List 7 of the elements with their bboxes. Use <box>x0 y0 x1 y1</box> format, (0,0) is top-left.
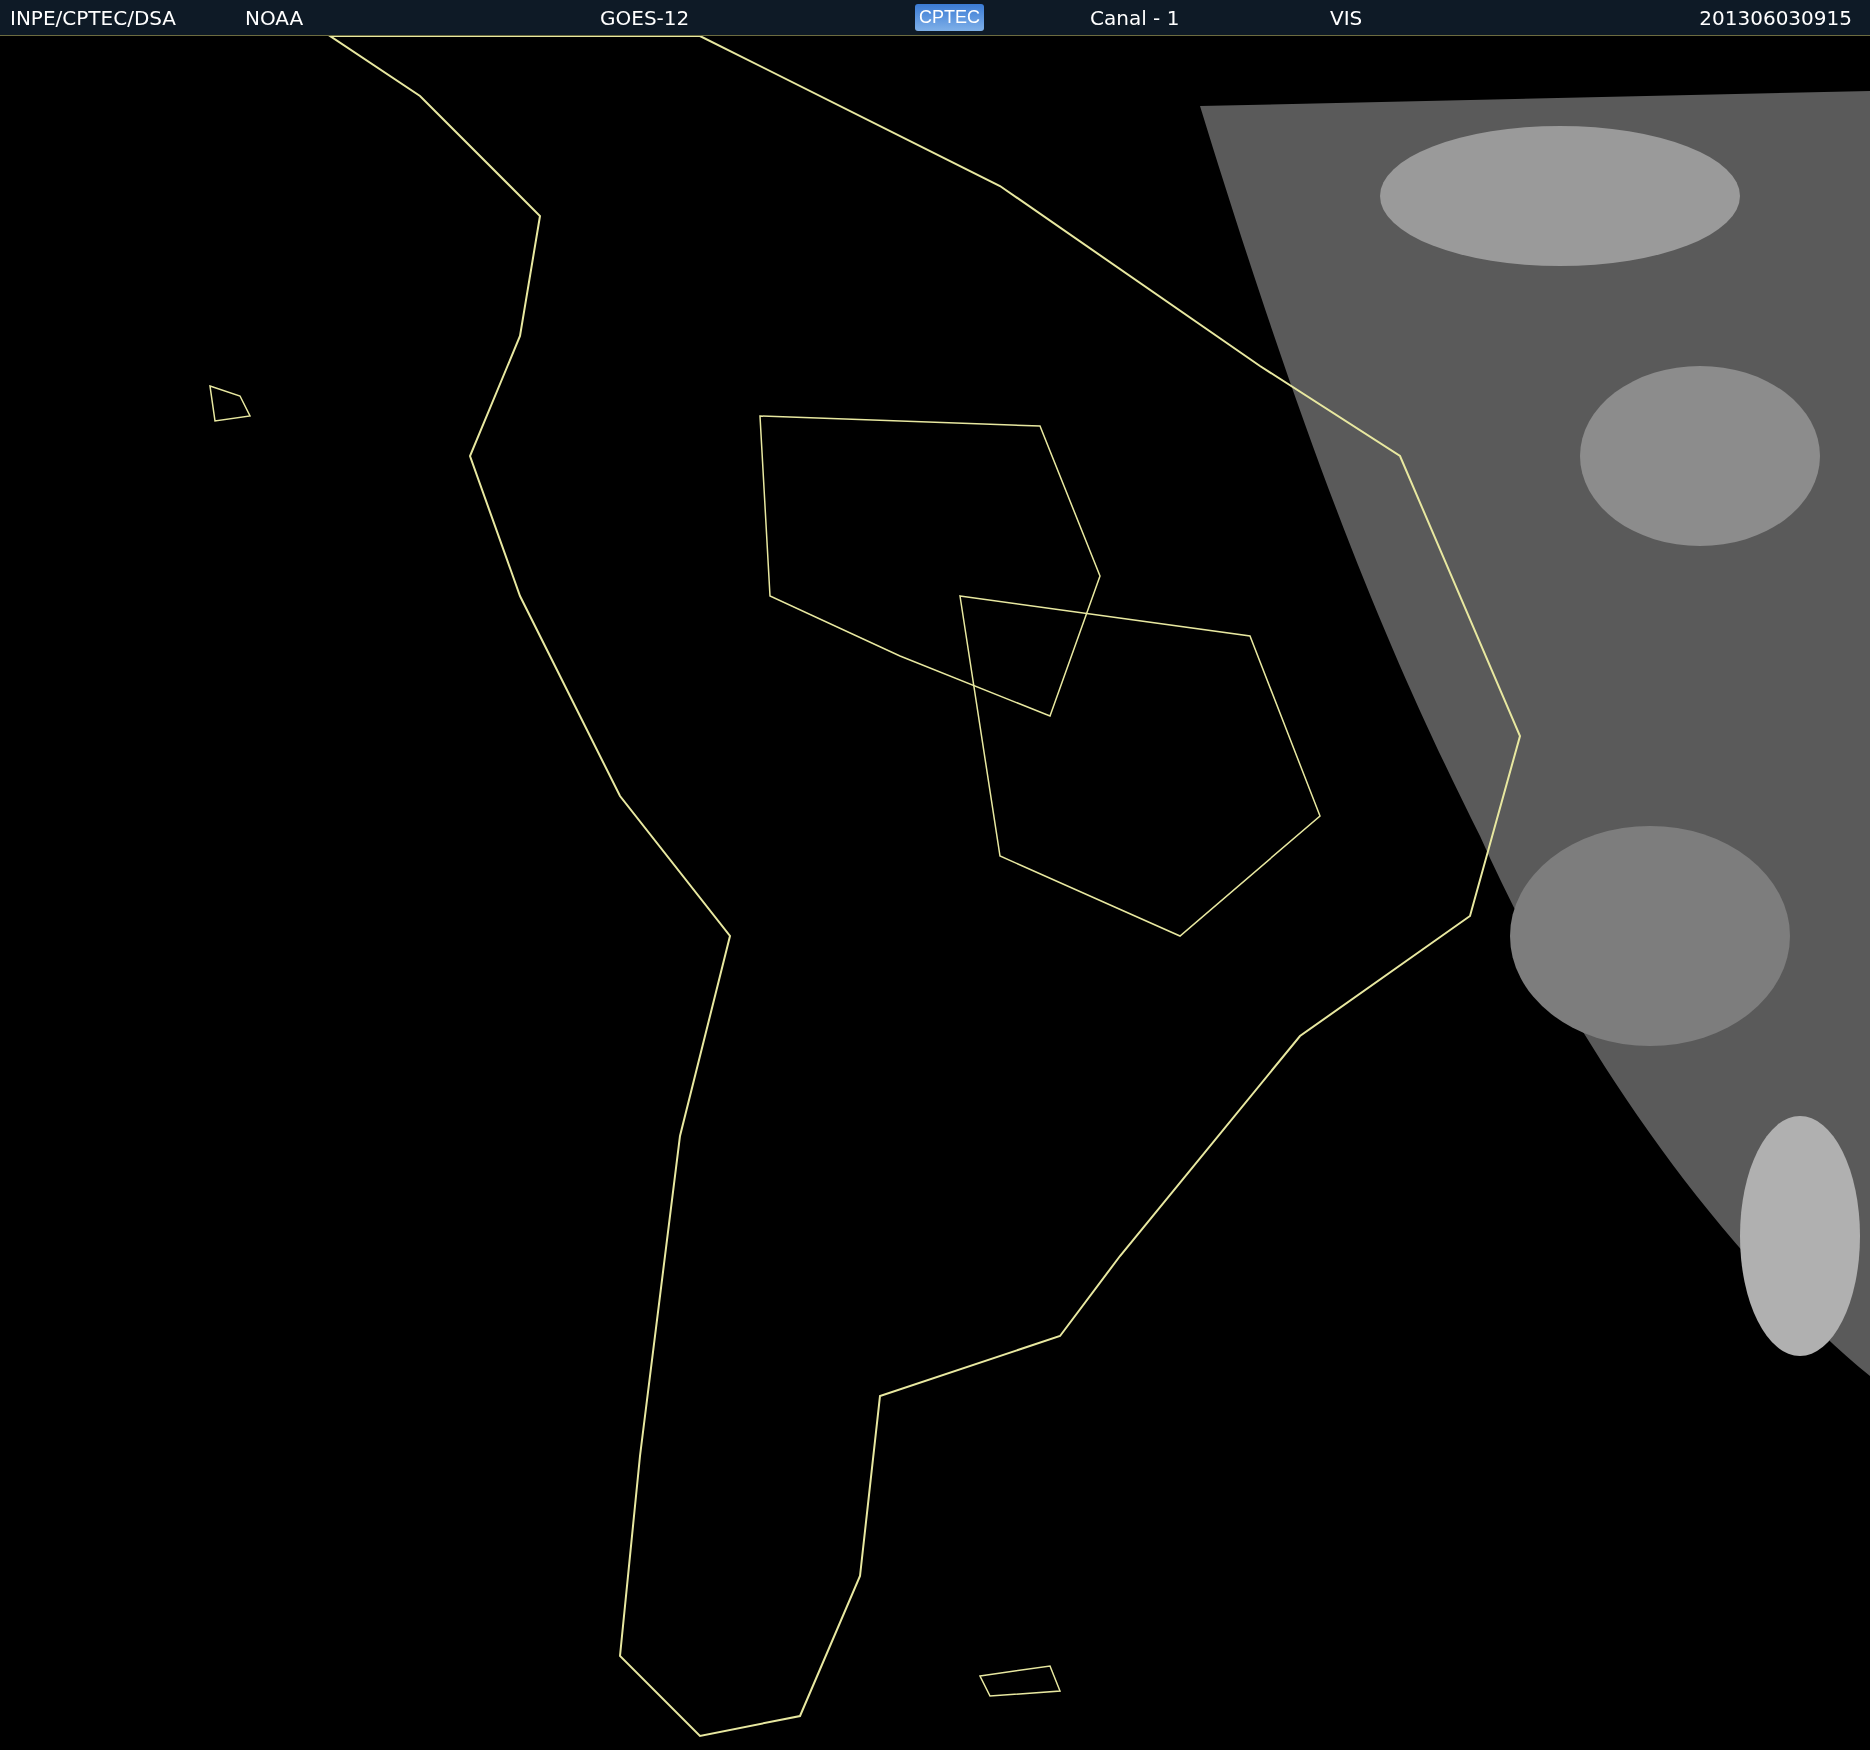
header-label: 201306030915 <box>1699 5 1852 30</box>
header-label: VIS <box>1330 5 1363 30</box>
header-label: GOES-12 <box>600 5 690 30</box>
header-label: INPE/CPTEC/DSA <box>10 5 177 30</box>
header-label: Canal - 1 <box>1090 5 1180 30</box>
header-label: NOAA <box>245 5 304 30</box>
logo: CPTEC <box>915 4 984 31</box>
